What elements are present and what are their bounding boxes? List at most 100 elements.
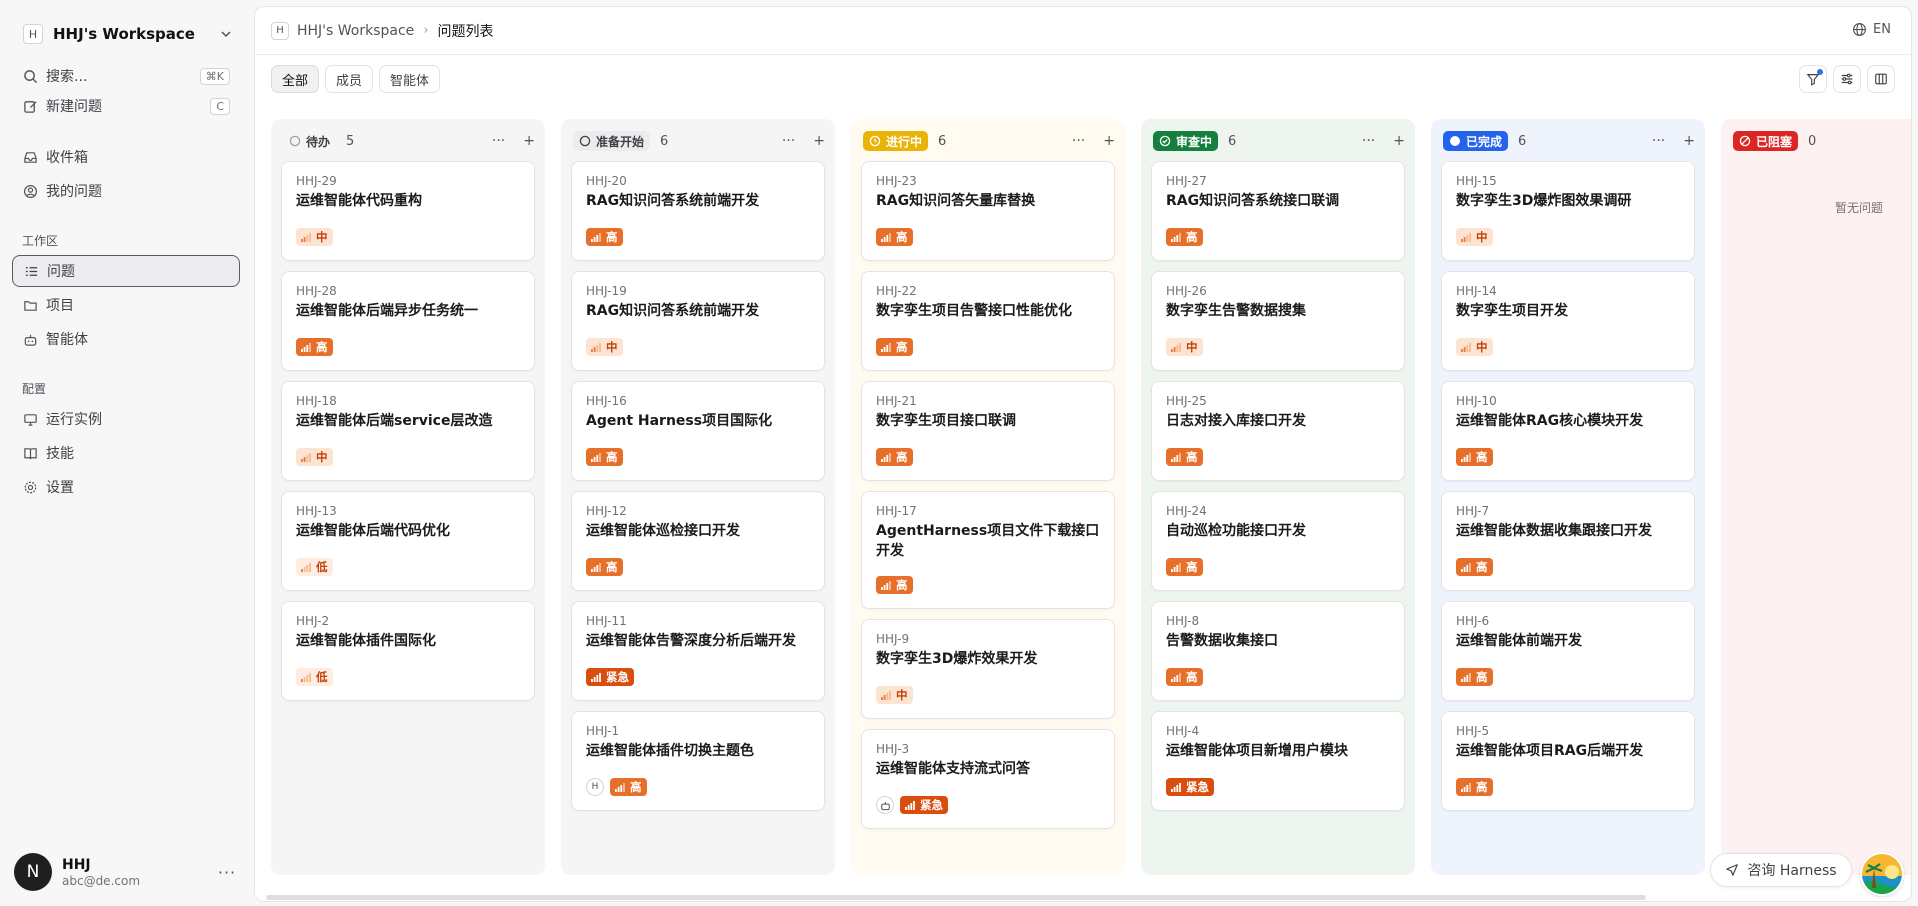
new-issue-button[interactable]: 新建问题 C [12, 90, 240, 122]
priority-badge[interactable]: 中 [876, 686, 913, 704]
language-switch[interactable]: EN [1852, 22, 1891, 37]
priority-badge[interactable]: 中 [296, 228, 333, 246]
issue-card-hhj-1[interactable]: HHJ-1 运维智能体插件切换主题色 H 高 [571, 711, 825, 811]
sidebar-item-agents[interactable]: 智能体 [12, 323, 240, 355]
sidebar-item-runtimes[interactable]: 运行实例 [12, 403, 240, 435]
priority-badge[interactable]: 紧急 [900, 796, 948, 814]
add-icon[interactable]: + [523, 133, 535, 149]
issue-card-hhj-28[interactable]: HHJ-28 运维智能体后端异步任务统一高 [281, 271, 535, 371]
add-icon[interactable]: + [1103, 133, 1115, 149]
sidebar-item-projects[interactable]: 项目 [12, 289, 240, 321]
issue-card-hhj-16[interactable]: HHJ-16 Agent Harness项目国际化高 [571, 381, 825, 481]
search-button[interactable]: 搜索... ⌘K [12, 60, 240, 92]
priority-badge[interactable]: 高 [1166, 228, 1203, 246]
board-column: 待办 5 ··· + HHJ-29 运维智能体代码重构中 HHJ-28 运维智能体后端异步任务… [271, 119, 545, 875]
priority-badge[interactable]: 高 [586, 228, 623, 246]
priority-badge[interactable]: 高 [876, 576, 913, 594]
priority-badge[interactable]: 中 [586, 338, 623, 356]
more-icon[interactable]: ··· [1362, 133, 1375, 149]
assignee-avatar[interactable]: H [586, 778, 604, 796]
issue-card-hhj-21[interactable]: HHJ-21 数字孪生项目接口联调高 [861, 381, 1115, 481]
issue-card-hhj-17[interactable]: HHJ-17 AgentHarness项目文件下载接口开发高 [861, 491, 1115, 609]
assistant-avatar[interactable] [1860, 852, 1904, 896]
priority-badge[interactable]: 中 [1166, 338, 1203, 356]
sliders-icon [1841, 73, 1853, 85]
breadcrumb-workspace[interactable]: HHJ's Workspace [297, 23, 414, 39]
issue-card-hhj-2[interactable]: HHJ-2 运维智能体插件国际化低 [281, 601, 535, 701]
issue-card-hhj-19[interactable]: HHJ-19 RAG知识问答系统前端开发中 [571, 271, 825, 371]
sidebar-item-skills[interactable]: 技能 [12, 437, 240, 469]
issue-card-hhj-11[interactable]: HHJ-11 运维智能体告警深度分析后端开发 紧急 [571, 601, 825, 701]
issue-card-hhj-12[interactable]: HHJ-12 运维智能体巡检接口开发高 [571, 491, 825, 591]
priority-badge[interactable]: 高 [296, 338, 333, 356]
priority-badge[interactable]: 高 [610, 778, 647, 796]
priority-badge[interactable]: 高 [876, 228, 913, 246]
priority-badge[interactable]: 低 [296, 668, 333, 686]
priority-badge[interactable]: 高 [876, 338, 913, 356]
sidebar-item-my-issues[interactable]: 我的问题 [12, 175, 240, 207]
more-icon[interactable]: ··· [492, 133, 505, 149]
priority-badge[interactable]: 中 [296, 448, 333, 466]
issue-card-hhj-20[interactable]: HHJ-20 RAG知识问答系统前端开发高 [571, 161, 825, 261]
sidebar-item-issues[interactable]: 问题 [12, 255, 240, 287]
more-icon[interactable]: ··· [1072, 133, 1085, 149]
priority-badge[interactable]: 高 [1456, 448, 1493, 466]
issue-card-hhj-25[interactable]: HHJ-25 日志对接入库接口开发高 [1151, 381, 1405, 481]
sidebar-item-inbox[interactable]: 收件箱 [12, 141, 240, 173]
workspace-switcher[interactable]: H HHJ's Workspace [14, 20, 234, 48]
priority-badge[interactable]: 高 [1456, 558, 1493, 576]
issue-id: HHJ-23 [876, 174, 917, 188]
issue-card-hhj-7[interactable]: HHJ-7 运维智能体数据收集跟接口开发高 [1441, 491, 1695, 591]
sidebar-item-settings[interactable]: 设置 [12, 471, 240, 503]
breadcrumb-workspace-avatar: H [271, 21, 289, 40]
priority-badge[interactable]: 中 [1456, 228, 1493, 246]
add-icon[interactable]: + [1683, 133, 1695, 149]
priority-badge[interactable]: 高 [1456, 778, 1493, 796]
add-icon[interactable]: + [813, 133, 825, 149]
filter-tab-all[interactable]: 全部 [271, 65, 320, 93]
status-badge: 已完成 [1443, 131, 1509, 151]
more-icon[interactable]: ··· [782, 133, 795, 149]
issue-card-hhj-15[interactable]: HHJ-15 数字孪生3D爆炸图效果调研中 [1441, 161, 1695, 261]
issue-card-hhj-3[interactable]: HHJ-3 运维智能体支持流式问答 紧急 [861, 729, 1115, 829]
issue-card-hhj-23[interactable]: HHJ-23 RAG知识问答矢量库替换高 [861, 161, 1115, 261]
horizontal-scrollbar[interactable] [266, 895, 1646, 900]
priority-badge[interactable]: 紧急 [586, 668, 634, 686]
issue-card-hhj-9[interactable]: HHJ-9 数字孪生3D爆炸效果开发中 [861, 619, 1115, 719]
priority-badge[interactable]: 高 [1166, 668, 1203, 686]
priority-badge[interactable]: 高 [1166, 558, 1203, 576]
priority-badge[interactable]: 中 [1456, 338, 1493, 356]
filter-tab-members[interactable]: 成员 [325, 65, 374, 93]
issue-card-hhj-4[interactable]: HHJ-4 运维智能体项目新增用户模块 紧急 [1151, 711, 1405, 811]
issue-card-hhj-22[interactable]: HHJ-22 数字孪生项目告警接口性能优化高 [861, 271, 1115, 371]
add-icon[interactable]: + [1393, 133, 1405, 149]
consult-harness-button[interactable]: 咨询 Harness [1710, 853, 1852, 887]
priority-badge[interactable]: 低 [296, 558, 333, 576]
priority-badge[interactable]: 紧急 [1166, 778, 1214, 796]
columns-button[interactable] [1867, 65, 1895, 93]
issue-card-hhj-27[interactable]: HHJ-27 RAG知识问答系统接口联调高 [1151, 161, 1405, 261]
priority-badge[interactable]: 高 [586, 558, 623, 576]
issue-id: HHJ-11 [586, 614, 627, 628]
display-options-button[interactable] [1833, 65, 1861, 93]
issue-card-hhj-29[interactable]: HHJ-29 运维智能体代码重构中 [281, 161, 535, 261]
issue-card-hhj-5[interactable]: HHJ-5 运维智能体项目RAG后端开发高 [1441, 711, 1695, 811]
priority-badge[interactable]: 高 [876, 448, 913, 466]
issue-card-hhj-14[interactable]: HHJ-14 数字孪生项目开发中 [1441, 271, 1695, 371]
filter-tab-agents[interactable]: 智能体 [379, 65, 441, 93]
issue-card-hhj-26[interactable]: HHJ-26 数字孪生告警数据搜集中 [1151, 271, 1405, 371]
priority-badge[interactable]: 高 [586, 448, 623, 466]
priority-badge[interactable]: 高 [1456, 668, 1493, 686]
priority-badge[interactable]: 高 [1166, 448, 1203, 466]
issue-card-hhj-18[interactable]: HHJ-18 运维智能体后端service层改造中 [281, 381, 535, 481]
filter-button[interactable] [1799, 65, 1827, 93]
issue-card-hhj-8[interactable]: HHJ-8 告警数据收集接口高 [1151, 601, 1405, 701]
bot-assignee-icon[interactable] [876, 796, 894, 814]
issue-card-hhj-13[interactable]: HHJ-13 运维智能体后端代码优化低 [281, 491, 535, 591]
issue-card-hhj-6[interactable]: HHJ-6 运维智能体前端开发高 [1441, 601, 1695, 701]
issue-card-hhj-10[interactable]: HHJ-10 运维智能体RAG核心模块开发高 [1441, 381, 1695, 481]
more-icon[interactable]: ··· [1652, 133, 1665, 149]
issue-card-hhj-24[interactable]: HHJ-24 自动巡检功能接口开发高 [1151, 491, 1405, 591]
more-icon[interactable]: ··· [215, 863, 239, 882]
user-profile[interactable]: N HHJ abc@de.com ··· [14, 850, 239, 894]
